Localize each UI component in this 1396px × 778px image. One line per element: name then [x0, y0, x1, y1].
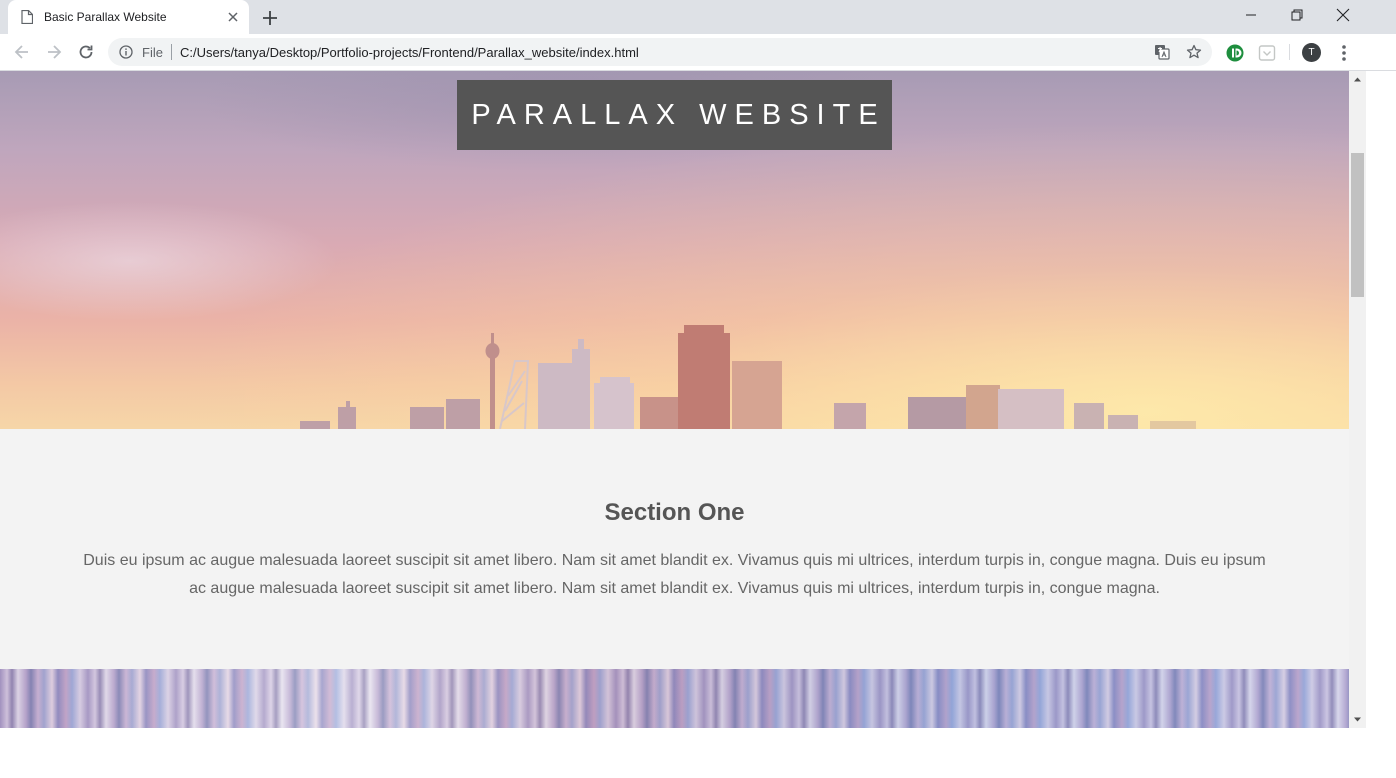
minimize-icon[interactable] — [1228, 0, 1274, 30]
arrow-left-icon[interactable] — [12, 42, 32, 62]
tab-title: Basic Parallax Website — [44, 10, 167, 24]
scroll-up-arrow-icon[interactable] — [1349, 71, 1366, 88]
browser-toolbar: File C:/Users/tanya/Desktop/Portfolio-pr… — [0, 34, 1396, 71]
url-text[interactable]: C:/Users/tanya/Desktop/Portfolio-project… — [180, 45, 639, 60]
hero-title: PARALLAX WEBSITE — [471, 99, 886, 131]
address-bar[interactable]: File C:/Users/tanya/Desktop/Portfolio-pr… — [108, 38, 1212, 66]
grammarly-icon[interactable] — [1226, 44, 1244, 62]
section-one-heading: Section One — [604, 499, 745, 526]
close-icon[interactable] — [226, 10, 240, 24]
plus-icon[interactable] — [260, 8, 280, 28]
parallax-image-overlay — [0, 669, 1349, 728]
star-icon[interactable] — [1186, 44, 1202, 60]
page-viewport: PARALLAX WEBSITE Section One Duis eu ips… — [0, 71, 1349, 728]
address-divider — [171, 44, 172, 60]
toolbar-divider — [1289, 44, 1290, 60]
section-one: Section One Duis eu ipsum ac augue males… — [0, 429, 1349, 669]
scroll-down-arrow-icon[interactable] — [1349, 711, 1366, 728]
tab-strip: Basic Parallax Website — [0, 0, 1396, 34]
arrow-right-icon[interactable] — [44, 42, 64, 62]
page-scrollbar[interactable] — [1349, 71, 1366, 728]
section-one-text: Duis eu ipsum ac augue malesuada laoreet… — [83, 552, 1266, 597]
pocket-icon[interactable] — [1258, 44, 1276, 62]
restore-icon[interactable] — [1274, 0, 1320, 30]
hero-section: PARALLAX WEBSITE — [0, 71, 1349, 429]
hero-title-box: PARALLAX WEBSITE — [457, 80, 892, 150]
reload-icon[interactable] — [76, 42, 96, 62]
active-tab[interactable]: Basic Parallax Website — [8, 0, 249, 34]
page-icon — [21, 9, 34, 25]
translate-icon[interactable] — [1154, 44, 1170, 60]
address-scheme-label: File — [142, 45, 163, 60]
profile-avatar[interactable]: T — [1302, 43, 1321, 62]
window-close-icon[interactable] — [1320, 0, 1366, 30]
kebab-menu-icon[interactable] — [1336, 43, 1352, 63]
info-icon[interactable] — [119, 45, 133, 59]
scrollbar-thumb[interactable] — [1351, 153, 1364, 297]
